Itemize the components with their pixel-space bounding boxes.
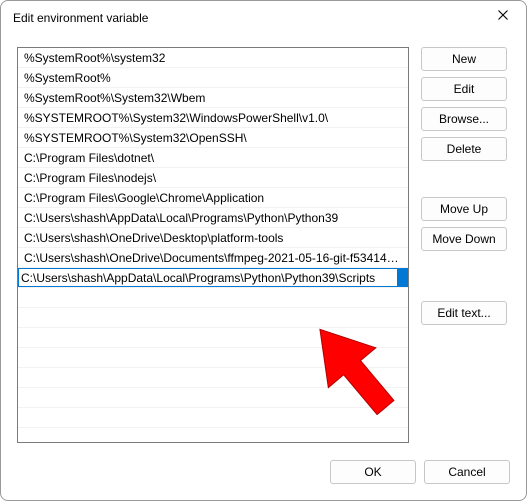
list-empty-row[interactable] (18, 368, 408, 388)
move-down-button[interactable]: Move Down (421, 227, 507, 251)
edit-button[interactable]: Edit (421, 77, 507, 101)
list-item[interactable]: C:\Users\shash\OneDrive\Documents\ffmpeg… (18, 248, 408, 268)
dialog-window: Edit environment variable %SystemRoot%\s… (0, 0, 527, 501)
footer: OK Cancel (1, 448, 526, 500)
new-button[interactable]: New (421, 47, 507, 71)
list-empty-row[interactable] (18, 408, 408, 428)
list-empty-row[interactable] (18, 288, 408, 308)
dialog-title: Edit environment variable (13, 11, 148, 25)
delete-button[interactable]: Delete (421, 137, 507, 161)
list-item[interactable]: %SystemRoot%\system32 (18, 48, 408, 68)
list-item[interactable]: C:\Program Files\Google\Chrome\Applicati… (18, 188, 408, 208)
close-icon (498, 10, 508, 20)
list-item[interactable]: C:\Program Files\dotnet\ (18, 148, 408, 168)
list-item-editing[interactable] (18, 268, 408, 288)
list-empty-row[interactable] (18, 388, 408, 408)
list-item[interactable]: %SystemRoot% (18, 68, 408, 88)
button-column: New Edit Browse... Delete Move Up Move D… (421, 47, 507, 448)
list-item[interactable]: %SYSTEMROOT%\System32\WindowsPowerShell\… (18, 108, 408, 128)
path-list[interactable]: %SystemRoot%\system32 %SystemRoot% %Syst… (17, 47, 409, 443)
browse-button[interactable]: Browse... (421, 107, 507, 131)
edit-text-button[interactable]: Edit text... (421, 301, 507, 325)
close-button[interactable] (480, 0, 526, 32)
list-item[interactable]: C:\Program Files\nodejs\ (18, 168, 408, 188)
list-item[interactable]: %SystemRoot%\System32\Wbem (18, 88, 408, 108)
list-item[interactable]: C:\Users\shash\OneDrive\Desktop\platform… (18, 228, 408, 248)
path-edit-input[interactable] (18, 268, 398, 287)
spacer (421, 167, 507, 191)
list-empty-row[interactable] (18, 308, 408, 328)
list-empty-row[interactable] (18, 328, 408, 348)
list-item[interactable]: C:\Users\shash\AppData\Local\Programs\Py… (18, 208, 408, 228)
titlebar: Edit environment variable (1, 1, 526, 35)
cancel-button[interactable]: Cancel (424, 460, 510, 484)
content-area: %SystemRoot%\system32 %SystemRoot% %Syst… (1, 35, 526, 448)
list-item[interactable]: %SYSTEMROOT%\System32\OpenSSH\ (18, 128, 408, 148)
ok-button[interactable]: OK (330, 460, 416, 484)
move-up-button[interactable]: Move Up (421, 197, 507, 221)
edit-selection-cap (398, 268, 408, 287)
spacer (421, 257, 507, 295)
list-empty-row[interactable] (18, 348, 408, 368)
